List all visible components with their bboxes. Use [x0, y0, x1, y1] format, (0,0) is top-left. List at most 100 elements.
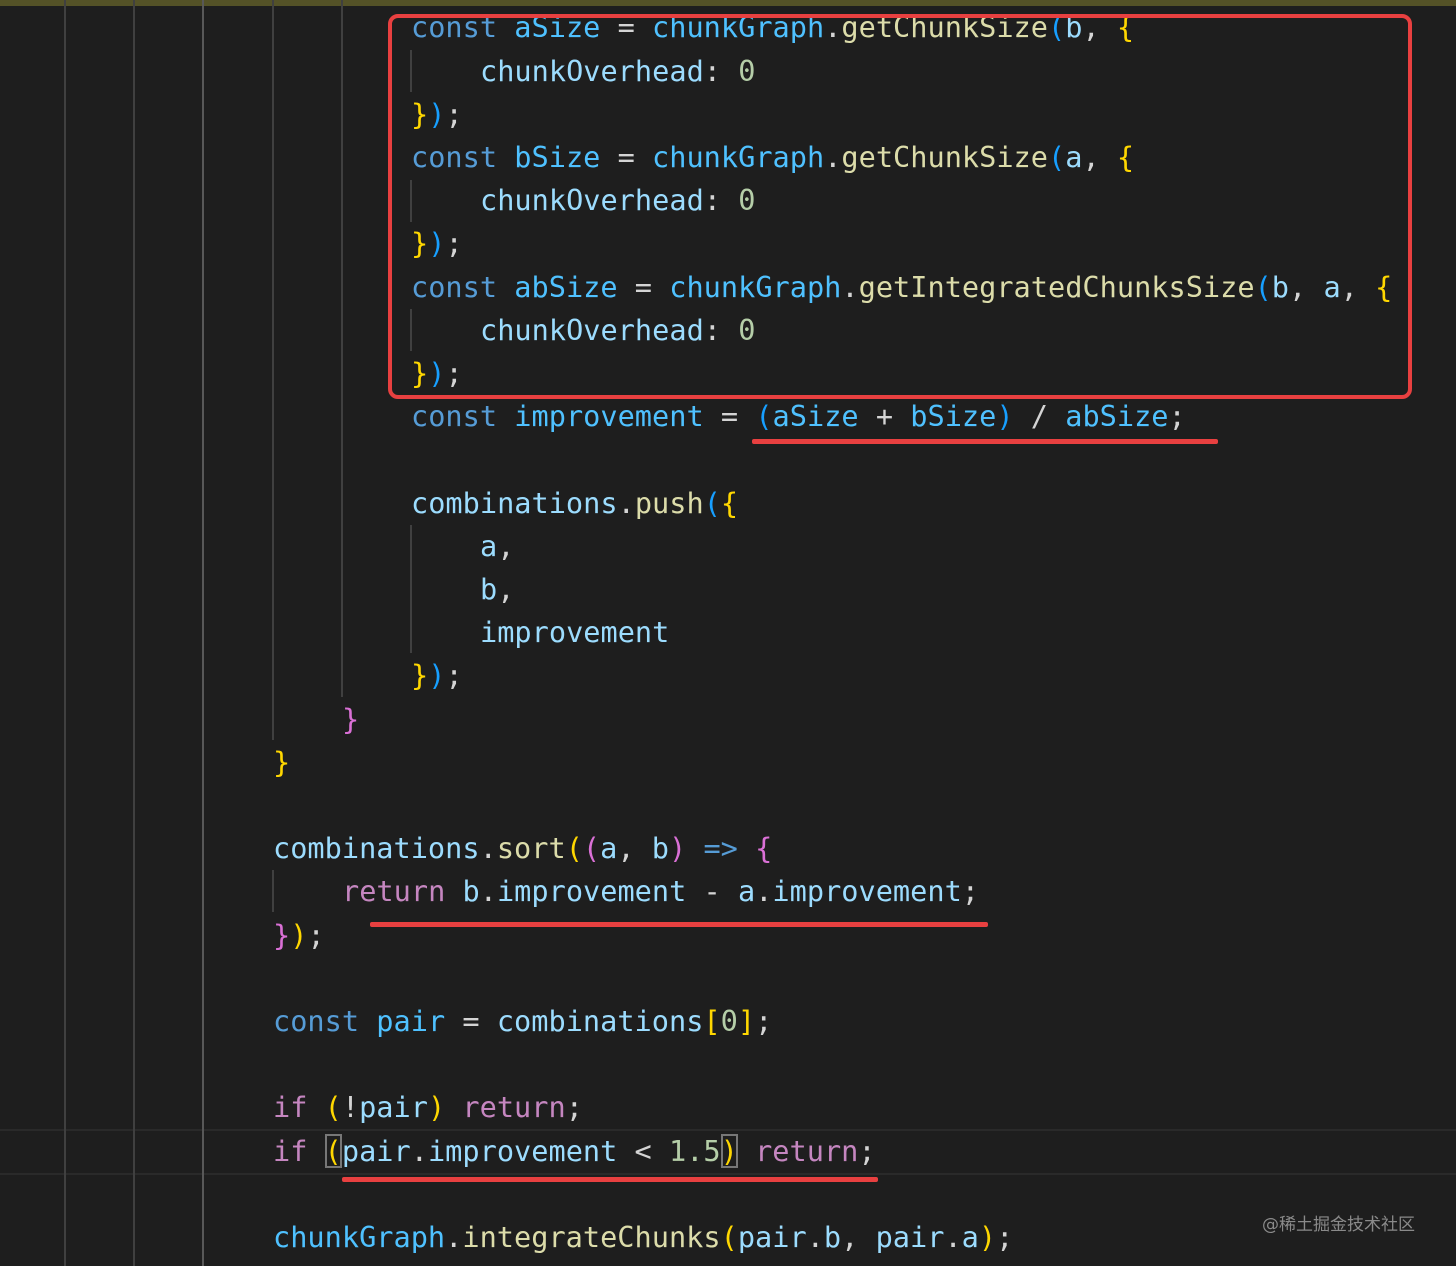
watermark: @稀土掘金技术社区 [1262, 1215, 1415, 1235]
code-line[interactable]: const pair = combinations[0]; [273, 1000, 772, 1043]
code-token: combinations [496, 1004, 704, 1038]
code-token: ; [961, 874, 980, 909]
code-token: return [462, 1090, 566, 1125]
indent-guide [341, 0, 343, 697]
code-token: ] [737, 1004, 756, 1038]
code-token: = [445, 1004, 497, 1038]
code-token: ; [565, 1090, 583, 1125]
code-line[interactable]: combinations.push({ [411, 482, 738, 525]
code-token: const [411, 399, 498, 434]
code-token: if [273, 1133, 308, 1168]
code-token: [ [703, 1004, 721, 1038]
code-token: ( [324, 1090, 342, 1125]
code-token: ; [1168, 399, 1186, 434]
indent-guide [64, 0, 66, 1266]
code-token: ( [755, 399, 773, 434]
annotation-underline [342, 1177, 878, 1182]
code-line[interactable]: }); [411, 654, 463, 697]
code-line[interactable]: }); [273, 914, 325, 957]
code-token: a [961, 1220, 979, 1254]
code-line[interactable]: chunkGraph.integrateChunks(pair.b, pair.… [273, 1216, 1013, 1259]
indent-guide [202, 0, 204, 1266]
code-token: ( [565, 831, 583, 866]
code-line[interactable]: improvement [480, 611, 669, 654]
code-token: , [617, 831, 652, 866]
code-token: ( [324, 1133, 342, 1168]
code-token: improvement [772, 874, 962, 909]
code-token: b [823, 1220, 842, 1254]
code-token: b [462, 874, 480, 909]
annotation-underline [370, 922, 988, 927]
code-token: - [686, 874, 738, 909]
code-token: ; [755, 1004, 773, 1038]
code-token: / [1013, 399, 1066, 434]
code-token: ) [428, 658, 446, 693]
code-token: . [445, 1220, 463, 1254]
code-token: a [737, 874, 756, 909]
code-token: ; [858, 1133, 876, 1168]
top-highlight-band [0, 0, 1456, 6]
code-line[interactable]: const improvement = (aSize + bSize) / ab… [411, 395, 1186, 438]
code-token: abSize [1065, 399, 1169, 434]
code-token: aSize [772, 399, 859, 434]
code-token: { [755, 831, 773, 866]
code-token: 1.5 [669, 1133, 721, 1168]
code-token: if [273, 1090, 308, 1125]
code-token: pair [359, 1090, 428, 1125]
code-token: pair [341, 1133, 411, 1168]
code-token: b [480, 572, 498, 606]
code-line[interactable]: a, [480, 525, 514, 568]
code-token: a [600, 831, 618, 866]
code-token: const [273, 1004, 360, 1038]
code-token: . [944, 1220, 962, 1254]
code-token: integrateChunks [462, 1220, 721, 1254]
code-token: { [720, 485, 739, 520]
code-token: => [703, 831, 738, 866]
code-token: } [273, 917, 291, 952]
code-token: . [479, 874, 497, 909]
code-token: ) [427, 1090, 446, 1125]
code-token: bSize [910, 399, 997, 434]
code-line[interactable]: if (!pair) return; [273, 1086, 583, 1129]
code-line[interactable]: } [342, 698, 359, 741]
indent-guide [272, 870, 274, 912]
code-token: . [755, 874, 773, 909]
code-token: ; [996, 1220, 1014, 1254]
code-token: = [703, 399, 756, 434]
code-token: } [411, 658, 429, 693]
code-token: combinations [273, 831, 480, 866]
code-token: ) [978, 1220, 997, 1254]
code-token: , [497, 528, 515, 563]
code-token: ( [582, 831, 601, 866]
code-token: < [617, 1133, 669, 1168]
code-token: ( [720, 1220, 738, 1254]
code-token: ! [341, 1090, 360, 1125]
code-token: push [634, 485, 704, 520]
code-line[interactable]: } [273, 741, 290, 784]
code-token: improvement [427, 1133, 618, 1168]
code-token: . [410, 1133, 428, 1168]
code-line[interactable]: b, [480, 568, 514, 611]
code-line[interactable]: combinations.sort((a, b) => { [273, 827, 772, 870]
annotation-box [388, 14, 1412, 399]
code-token: sort [496, 831, 566, 866]
code-token: pair [737, 1220, 807, 1254]
code-line[interactable]: return b.improvement - a.improvement; [342, 870, 979, 913]
indent-guide [410, 525, 412, 653]
indent-guide [272, 0, 274, 740]
code-token: chunkGraph [273, 1220, 446, 1254]
code-token: return [342, 874, 446, 909]
indent-guide [133, 0, 135, 1266]
code-token: } [342, 701, 360, 736]
code-token: ; [307, 917, 325, 952]
code-token: , [497, 572, 515, 606]
code-line[interactable]: if (pair.improvement < 1.5) return; [273, 1130, 876, 1173]
